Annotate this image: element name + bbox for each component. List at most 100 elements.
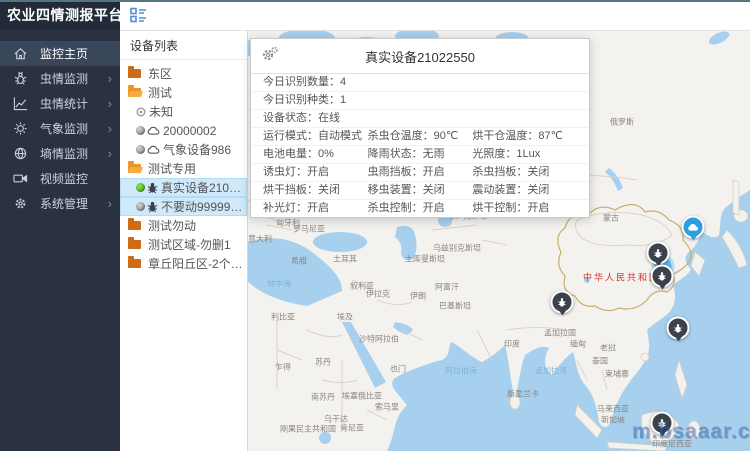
popup-field: 烘干挡板：关闭 [263,183,368,198]
country-label: 中华人民共和国 [583,271,660,284]
map-label: 罗马尼亚 [293,224,325,235]
map-label: 蒙古 [603,213,619,224]
device-tree-item[interactable]: 真实设备21022550 [120,178,247,197]
device-marker-weather[interactable] [682,216,705,239]
device-label: 章丘阳丘区-2个摄像头 [148,255,247,272]
map-label: 阿拉伯海 [445,366,477,377]
folder-open-icon [128,88,141,97]
device-marker-bug[interactable] [551,291,574,314]
sidebar-item-home[interactable]: 监控主页 [0,41,120,66]
app-title: 农业四情测报平台 [0,0,120,30]
map-label: 土耳其 [333,254,357,265]
device-label: 20000002 [163,124,216,138]
folder-closed-icon [128,259,141,268]
popup-row: 烘干挡板：关闭移虫装置：关闭震动装置：关闭 [251,182,589,200]
map-label: 乌兹别克斯坦 [433,243,481,254]
popup-field: 光照度：1Lux [472,147,577,162]
popup-header: 真实设备21022550 [251,39,589,74]
sidebar-item-label: 墒情监测 [40,145,88,162]
gear-icon [13,196,28,211]
sidebar-item-gear[interactable]: 系统管理› [0,191,120,216]
device-tree-item[interactable]: 未知 [120,102,247,121]
device-group[interactable]: 测试勿动 [120,216,247,235]
weather-icon [13,121,28,136]
bug-icon [13,71,28,86]
map-label: 阿富汗 [435,282,459,293]
status-dot-gray [136,202,145,211]
device-label: 测试勿动 [148,217,196,234]
popup-row: 电池电量：0%降雨状态：无雨光照度：1Lux [251,146,589,164]
device-label: 真实设备21022550 [161,179,247,196]
device-label: 东区 [148,65,172,82]
map-label: 老挝 [600,343,616,354]
device-tree-item[interactable]: 气象设备986 [120,140,247,159]
map-label: 新加坡 [601,415,625,426]
map-label: 南苏丹 [311,392,335,403]
device-list-title: 设备列表 [120,30,247,60]
map-label: 马来西亚 [597,404,629,415]
app-root: 农业四情测报平台 监控主页虫情监测›虫情统计›气象监测›墒情监测›视频监控系统管… [0,0,750,451]
moisture-icon [13,146,28,161]
map-label: 柬埔寨 [605,369,629,380]
sidebar-item-label: 气象监测 [40,120,88,137]
popup-field: 震动装置：关闭 [472,183,577,198]
map-label: 利比亚 [271,312,295,323]
popup-field: 今日识别数量：4 [263,75,577,90]
sidebar-item-chart[interactable]: 虫情统计› [0,91,120,116]
popup-field: 诱虫灯：开启 [263,165,368,180]
sidebar-item-moisture[interactable]: 墒情监测› [0,141,120,166]
popup-row: 补光灯：开启杀虫控制：开启烘干控制：开启 [251,200,589,217]
map-label: 伊拉克 [366,289,390,300]
sidebar-item-label: 虫情监测 [40,70,88,87]
settings-gear-icon[interactable] [261,46,278,66]
map-label: 俄罗斯 [610,117,634,128]
map-label: 地中海 [267,279,291,290]
device-tree-item[interactable]: 不要动99999999 [120,197,247,216]
folder-open-icon [128,164,141,173]
device-marker-bug[interactable] [651,265,674,288]
bug-device-icon [147,182,158,194]
sidebar-item-video[interactable]: 视频监控 [0,166,120,191]
sidebar-item-weather[interactable]: 气象监测› [0,116,120,141]
map-label: 巴基斯坦 [439,301,471,312]
popup-row: 运行模式：自动模式杀虫仓温度：90℃烘干仓温度：87℃ [251,128,589,146]
device-list-toggle-icon[interactable] [130,7,147,23]
device-list-panel: 设备列表 东区测试未知 20000002 气象设备986测试专用真实设备210225… [120,30,248,451]
device-group[interactable]: 章丘阳丘区-2个摄像头 [120,254,247,273]
map-label: 土库曼斯坦 [405,254,445,265]
status-dot-gray [136,126,145,135]
map-label: 伊朗 [410,291,426,302]
device-group[interactable]: 测试区域-勿删1 [120,235,247,254]
map-label: 埃及 [337,312,353,323]
map-label: 缅甸 [570,339,586,350]
popup-field: 今日识别种类：1 [263,93,577,108]
watermark: m.bsaaar.com [632,420,750,444]
popup-field: 补光灯：开启 [263,201,368,216]
sidebar-menu: 监控主页虫情监测›虫情统计›气象监测›墒情监测›视频监控系统管理› [0,30,120,216]
chevron-right-icon: › [108,97,112,110]
device-marker-bug[interactable] [667,317,690,340]
popup-field: 虫雨挡板：开启 [368,165,473,180]
sidebar-item-label: 系统管理 [40,195,88,212]
device-marker-bug[interactable] [647,242,670,265]
device-group[interactable]: 测试 [120,83,247,102]
bug-device-icon [147,201,158,213]
popup-row: 设备状态：在线 [251,110,589,128]
map-label: 埃塞俄比亚 [342,391,382,402]
popup-row: 今日识别数量：4 [251,74,589,92]
device-label: 不要动99999999 [161,198,247,215]
sidebar-item-bug[interactable]: 虫情监测› [0,66,120,91]
device-label: 测试区域-勿删1 [148,236,231,253]
device-label: 气象设备986 [163,141,231,158]
device-tree-item[interactable]: 20000002 [120,121,247,140]
device-tree: 东区测试未知 20000002 气象设备986测试专用真实设备21022550 不要动… [120,60,247,273]
chart-icon [13,96,28,111]
device-group[interactable]: 东区 [120,64,247,83]
device-group[interactable]: 测试专用 [120,159,247,178]
folder-closed-icon [128,69,141,78]
status-dot-gray [136,145,145,154]
popup-row: 诱虫灯：开启虫雨挡板：开启杀虫挡板：关闭 [251,164,589,182]
folder-closed-icon [128,240,141,249]
map-label: 泰国 [592,356,608,367]
map-label: 肯尼亚 [340,423,364,434]
